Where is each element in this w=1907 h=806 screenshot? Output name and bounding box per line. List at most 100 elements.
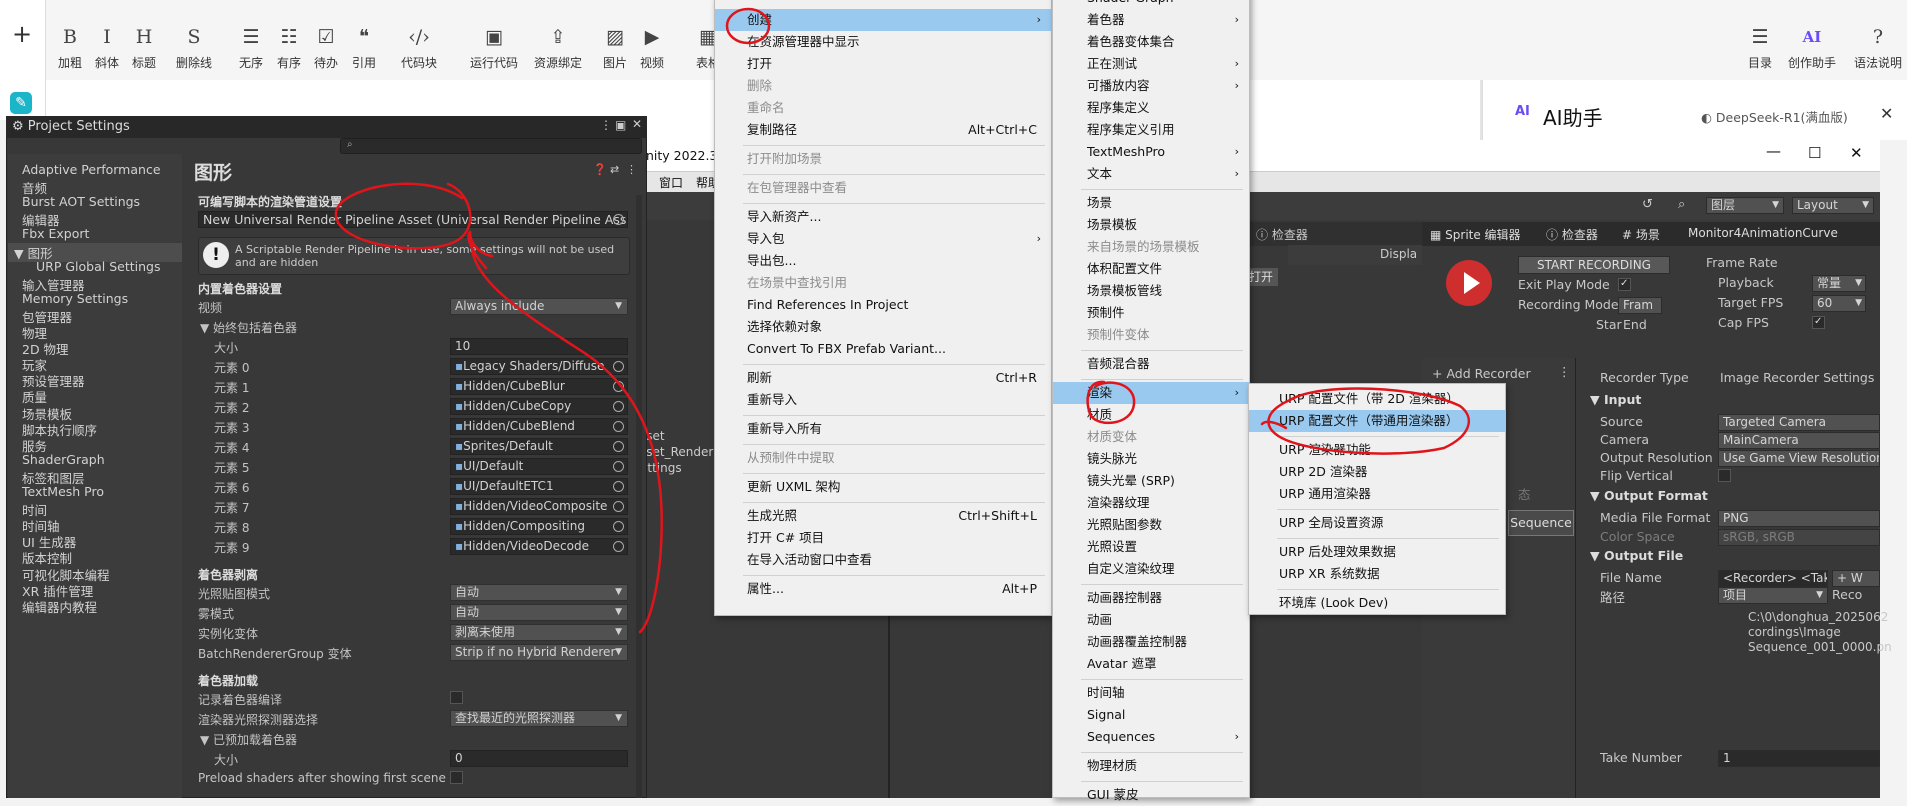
element-shader-field[interactable]: ▪Hidden/VideoComposite: [450, 498, 628, 515]
toolbar-right-button-0[interactable]: ☰ 目录: [1748, 26, 1772, 71]
maximize-pane-icon[interactable]: ▣: [615, 118, 626, 132]
menu-item[interactable]: 动画: [1053, 609, 1249, 631]
toolbar-button-7[interactable]: ❝ 引用: [352, 26, 376, 71]
object-picker-icon[interactable]: [613, 381, 624, 392]
menu-item[interactable]: 着色器变体集合: [1053, 31, 1249, 53]
menu-item[interactable]: 材质: [1053, 404, 1249, 426]
preloaded-foldout[interactable]: ▼ 已预加载着色器: [200, 731, 297, 748]
menu-item[interactable]: 刷新 Ctrl+R: [715, 367, 1051, 389]
toolbar-button-2[interactable]: H 标题: [132, 26, 156, 71]
menu-item[interactable]: 导入新资产...: [715, 206, 1051, 228]
history-icon[interactable]: ↺: [1642, 197, 1653, 212]
element-shader-field[interactable]: ▪Hidden/CubeCopy: [450, 398, 628, 415]
menu-item[interactable]: 环境库 (Look Dev): [1249, 592, 1505, 614]
toolbar-button-9[interactable]: ▣ 运行代码: [470, 26, 518, 71]
instancing-dropdown[interactable]: 剥离未使用 ▼: [450, 624, 628, 641]
menu-item[interactable]: 打开 C# 项目: [715, 527, 1051, 549]
media-format-dropdown[interactable]: PNG: [1718, 510, 1880, 527]
menu-item[interactable]: 场景: [1053, 192, 1249, 214]
menu-item[interactable]: Find References In Project: [715, 294, 1051, 316]
toolbar-button-5[interactable]: ☷ 有序: [277, 26, 301, 71]
output-file-section[interactable]: ▼ Output File: [1590, 548, 1683, 563]
toolbar-button-6[interactable]: ☑ 待办: [314, 26, 338, 71]
menu-item[interactable]: Avatar 遮罩: [1053, 653, 1249, 675]
tab-monitor[interactable]: Monitor4AnimationCurve: [1688, 226, 1838, 240]
settings-search-input[interactable]: ⌕: [340, 138, 642, 154]
menu-item[interactable]: 着色器 ›: [1053, 9, 1249, 31]
menu-item[interactable]: 程序集定义: [1053, 97, 1249, 119]
element-shader-field[interactable]: ▪Sprites/Default: [450, 438, 628, 455]
menu-item[interactable]: 镜头脉光: [1053, 448, 1249, 470]
add-recorder-button[interactable]: + Add Recorder: [1432, 366, 1531, 381]
source-dropdown[interactable]: Targeted Camera: [1718, 414, 1880, 431]
menu-item[interactable]: 在资源管理器中显示: [715, 31, 1051, 53]
menu-item[interactable]: 创建 ›: [715, 9, 1051, 31]
element-shader-field[interactable]: ▪Hidden/CubeBlur: [450, 378, 628, 395]
menu-item[interactable]: 重新导入所有: [715, 418, 1051, 440]
object-picker-icon[interactable]: [613, 361, 624, 372]
menu-item[interactable]: 复制路径 Alt+Ctrl+C: [715, 119, 1051, 141]
layout-dropdown[interactable]: Layout ▼: [1792, 197, 1874, 214]
menu-item[interactable]: 正在测试 ›: [1053, 53, 1249, 75]
menu-item[interactable]: 体积配置文件: [1053, 258, 1249, 280]
menu-item[interactable]: Sequences ›: [1053, 726, 1249, 748]
size-input[interactable]: 10: [450, 338, 628, 355]
menu-item[interactable]: URP 渲染器功能: [1249, 439, 1505, 461]
element-shader-field[interactable]: ▪Hidden/Compositing: [450, 518, 628, 535]
display-label[interactable]: Displa: [1380, 247, 1417, 261]
menu-item[interactable]: 渲染器纹理: [1053, 492, 1249, 514]
cap-fps-checkbox[interactable]: ✓: [1812, 316, 1825, 329]
menu-item[interactable]: 渲染 ›: [1053, 382, 1249, 404]
input-section[interactable]: ▼ Input: [1590, 392, 1641, 407]
preloaded-size-input[interactable]: 0: [450, 750, 628, 767]
menu-item[interactable]: Shader Graph ›: [1053, 0, 1249, 9]
recording-mode-dropdown[interactable]: Fram: [1618, 297, 1662, 314]
menu-item[interactable]: URP 全局设置资源: [1249, 512, 1505, 534]
layers-dropdown[interactable]: 图层 ▼: [1706, 197, 1784, 214]
srp-asset-field[interactable]: New Universal Render Pipeline Asset (Uni…: [198, 211, 628, 228]
playback-dropdown[interactable]: 常量 ▼: [1812, 275, 1866, 292]
menu-item[interactable]: 自定义渲染纹理: [1053, 558, 1249, 580]
close-icon[interactable]: ✕: [1880, 104, 1893, 123]
menu-item[interactable]: 重新导入: [715, 389, 1051, 411]
toolbar-button-4[interactable]: ☰ 无序: [239, 26, 263, 71]
toolbar-right-button-2[interactable]: ? 语法说明: [1854, 26, 1902, 71]
tab-sprite-editor[interactable]: ▦ Sprite 编辑器: [1430, 226, 1521, 243]
menu-item[interactable]: 时间轴: [1053, 682, 1249, 704]
object-picker-icon[interactable]: [613, 461, 624, 472]
tab-scene[interactable]: # 场景: [1622, 226, 1660, 243]
element-shader-field[interactable]: ▪UI/Default: [450, 458, 628, 475]
app-icon[interactable]: ✎: [10, 92, 32, 114]
menu-item[interactable]: 动画器覆盖控制器: [1053, 631, 1249, 653]
sidebar-item[interactable]: ShaderGraph: [22, 452, 105, 467]
add-icon[interactable]: +: [12, 20, 32, 48]
window-close-button[interactable]: ✕: [1850, 144, 1863, 162]
lightmap-dropdown[interactable]: 自动 ▼: [450, 584, 628, 601]
sidebar-item[interactable]: URP Global Settings: [36, 259, 160, 274]
settings-menu-icon[interactable]: ⋮: [626, 163, 637, 176]
element-shader-field[interactable]: ▪Legacy Shaders/Diffuse: [450, 358, 628, 375]
menu-item[interactable]: URP 配置文件（带 2D 渲染器）: [1249, 388, 1505, 410]
recorder-list-menu-icon[interactable]: ⋮: [1558, 364, 1571, 379]
ai-model-select[interactable]: ◐ DeepSeek-R1(满血版): [1701, 107, 1848, 126]
object-picker-icon[interactable]: [613, 401, 624, 412]
menu-item[interactable]: 导出包...: [715, 250, 1051, 272]
menu-item[interactable]: Convert To FBX Prefab Variant...: [715, 338, 1051, 360]
toolbar-button-11[interactable]: ▨ 图片: [603, 26, 627, 71]
toolbar-button-0[interactable]: B 加粗: [58, 26, 82, 71]
menu-item[interactable]: 程序集定义引用: [1053, 119, 1249, 141]
object-picker-icon[interactable]: [613, 521, 624, 532]
preload-after-checkbox[interactable]: [450, 771, 463, 784]
minimize-button[interactable]: —: [1766, 142, 1781, 160]
toolbar-button-10[interactable]: ⇪ 资源绑定: [534, 26, 582, 71]
menu-window[interactable]: 窗口: [659, 174, 683, 191]
menu-item[interactable]: 光照设置: [1053, 536, 1249, 558]
always-include-foldout[interactable]: ▼ 始终包括着色器: [200, 319, 297, 336]
sidebar-item[interactable]: Adaptive Performance: [22, 162, 161, 177]
sidebar-item[interactable]: Memory Settings: [22, 291, 128, 306]
menu-item[interactable]: URP XR 系统数据: [1249, 563, 1505, 585]
menu-item[interactable]: 选择依赖对象: [715, 316, 1051, 338]
preset-icon[interactable]: ⇄: [610, 163, 619, 176]
menu-item[interactable]: 动画器控制器: [1053, 587, 1249, 609]
help-icon[interactable]: ❓: [593, 163, 607, 176]
